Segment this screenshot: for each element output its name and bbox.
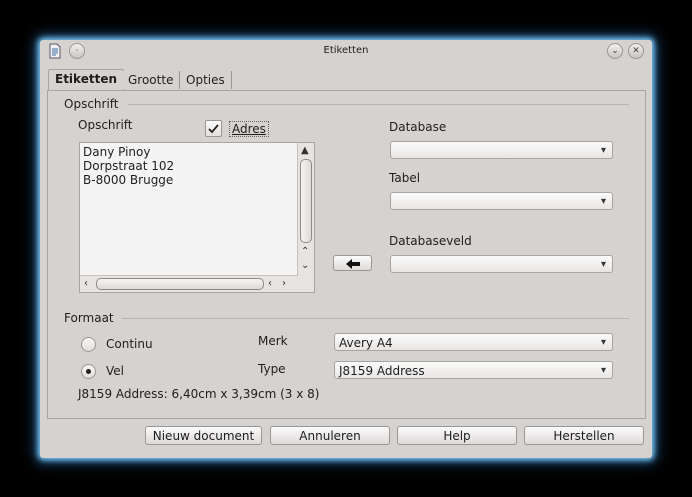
type-select[interactable]: J8159 Address ▾ bbox=[334, 361, 613, 379]
horizontal-scroll-thumb[interactable] bbox=[96, 278, 264, 290]
checkmark-icon bbox=[208, 124, 219, 134]
labels-dialog: · Etiketten ⌄ ✕ Etiketten Grootte Opties… bbox=[40, 40, 652, 458]
group-divider-2 bbox=[122, 318, 629, 319]
scroll-up-icon-2[interactable]: ⌃ bbox=[301, 247, 309, 257]
vel-radio-label[interactable]: Vel bbox=[106, 364, 124, 378]
chevron-down-icon: ▾ bbox=[600, 365, 606, 376]
address-textarea[interactable]: Dany Pinoy Dorpstraat 102 B-8000 Brugge … bbox=[79, 142, 315, 293]
chevron-down-icon: ▾ bbox=[600, 196, 606, 207]
cancel-button[interactable]: Annuleren bbox=[270, 426, 390, 445]
tabel-label: Tabel bbox=[389, 171, 421, 185]
vertical-scroll-thumb[interactable] bbox=[300, 159, 312, 243]
tab-panel: Opschrift Opschrift Adres Dany Pinoy Dor… bbox=[47, 90, 646, 419]
address-checkbox[interactable] bbox=[205, 120, 222, 137]
title-bar[interactable]: · Etiketten ⌄ ✕ bbox=[40, 40, 652, 62]
database-select[interactable]: ▾ bbox=[390, 141, 613, 159]
tabel-select[interactable]: ▾ bbox=[390, 192, 613, 210]
vel-radio[interactable] bbox=[81, 364, 96, 379]
close-icon[interactable]: ✕ bbox=[628, 43, 644, 59]
minimize-chevron-icon[interactable]: ⌄ bbox=[607, 43, 623, 59]
formaat-group-title: Formaat bbox=[64, 311, 114, 325]
scroll-right-icon[interactable]: › bbox=[282, 279, 286, 289]
new-document-button[interactable]: Nieuw document bbox=[145, 426, 262, 445]
reset-button[interactable]: Herstellen bbox=[524, 426, 644, 445]
databaseveld-label: Databaseveld bbox=[389, 234, 472, 248]
opschrift-group-title: Opschrift bbox=[64, 97, 119, 111]
scroll-up-icon[interactable]: ▲ bbox=[301, 146, 309, 156]
scroll-left-icon-2[interactable]: ‹ bbox=[268, 279, 272, 289]
tab-grootte[interactable]: Grootte bbox=[122, 71, 181, 89]
continu-radio[interactable] bbox=[81, 337, 96, 352]
horizontal-scrollbar[interactable]: ‹ ‹ › bbox=[80, 275, 298, 292]
insert-field-button[interactable] bbox=[333, 255, 372, 271]
merk-label: Merk bbox=[258, 334, 288, 348]
tab-opties[interactable]: Opties bbox=[180, 71, 232, 89]
database-label: Database bbox=[389, 120, 447, 134]
opschrift-field-label: Opschrift bbox=[78, 118, 133, 132]
help-button[interactable]: Help bbox=[397, 426, 517, 445]
window-title: Etiketten bbox=[323, 45, 369, 56]
chevron-down-icon: ▾ bbox=[600, 337, 606, 348]
chevron-down-icon: ▾ bbox=[600, 145, 606, 156]
merk-select[interactable]: Avery A4 ▾ bbox=[334, 333, 613, 351]
address-checkbox-label[interactable]: Adres bbox=[229, 121, 269, 137]
address-text[interactable]: Dany Pinoy Dorpstraat 102 B-8000 Brugge bbox=[83, 145, 174, 187]
scroll-left-icon[interactable]: ‹ bbox=[84, 279, 88, 289]
label-size-info: J8159 Address: 6,40cm x 3,39cm (3 x 8) bbox=[78, 387, 320, 401]
continu-radio-label[interactable]: Continu bbox=[106, 337, 153, 351]
arrow-left-icon bbox=[345, 259, 360, 269]
tab-etiketten[interactable]: Etiketten bbox=[48, 69, 124, 91]
type-label: Type bbox=[258, 362, 286, 376]
scroll-down-icon[interactable]: ⌄ bbox=[301, 261, 309, 271]
group-divider bbox=[128, 104, 629, 105]
databaseveld-select[interactable]: ▾ bbox=[390, 255, 613, 273]
vertical-scrollbar[interactable]: ▲ ⌃ ⌄ bbox=[297, 143, 314, 292]
chevron-down-icon: ▾ bbox=[600, 259, 606, 270]
